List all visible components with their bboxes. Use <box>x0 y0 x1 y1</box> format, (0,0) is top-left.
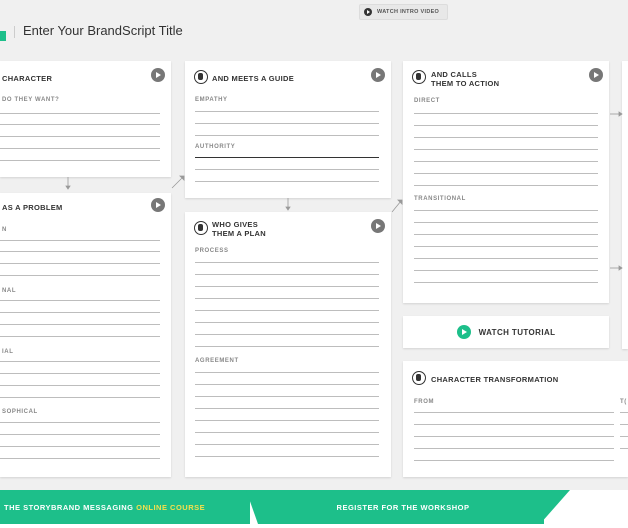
input-line[interactable] <box>0 361 160 362</box>
course-main: STORYBRAND MESSAGING <box>23 502 134 512</box>
section-label: AGREEMENT <box>195 358 239 364</box>
input-line[interactable] <box>414 448 614 449</box>
input-line[interactable] <box>195 334 379 335</box>
input-line[interactable] <box>414 460 614 461</box>
input-line[interactable] <box>195 310 379 311</box>
input-line[interactable] <box>0 385 160 386</box>
input-line[interactable] <box>195 420 379 421</box>
input-line[interactable] <box>0 422 160 423</box>
input-line[interactable] <box>195 322 379 323</box>
input-line[interactable] <box>0 434 160 435</box>
section-label: SOPHICAL <box>2 409 38 415</box>
input-line[interactable] <box>195 432 379 433</box>
transformation-card: CHARACTER TRANSFORMATION FROM T( <box>403 361 628 477</box>
input-line[interactable] <box>414 436 614 437</box>
watch-tutorial-label: WATCH TUTORIAL <box>478 327 556 337</box>
input-line[interactable] <box>195 396 379 397</box>
input-line[interactable] <box>0 397 160 398</box>
online-course-banner[interactable]: THE STORYBRAND MESSAGING ONLINE COURSE <box>0 490 250 524</box>
input-line[interactable] <box>195 444 379 445</box>
flow-connectors <box>65 111 623 271</box>
input-line[interactable] <box>0 312 160 313</box>
transformation-icon <box>412 371 426 385</box>
input-line[interactable] <box>414 424 614 425</box>
input-line[interactable] <box>195 372 379 373</box>
input-line[interactable] <box>0 373 160 374</box>
input-line[interactable] <box>620 424 628 425</box>
input-line[interactable] <box>0 458 160 459</box>
section-label: IAL <box>2 349 14 355</box>
register-workshop-banner[interactable]: REGISTER FOR THE WORKSHOP <box>262 490 544 524</box>
to-label: T( <box>620 399 627 405</box>
input-line[interactable] <box>195 346 379 347</box>
course-prefix: THE <box>4 502 21 512</box>
register-workshop-label: REGISTER FOR THE WORKSHOP <box>336 502 470 512</box>
input-line[interactable] <box>620 412 628 413</box>
card-title: CHARACTER TRANSFORMATION <box>431 375 559 384</box>
watch-tutorial-button[interactable]: WATCH TUTORIAL <box>403 316 609 348</box>
course-suffix: ONLINE COURSE <box>136 502 206 512</box>
input-line[interactable] <box>0 324 160 325</box>
input-line[interactable] <box>0 446 160 447</box>
input-line[interactable] <box>414 412 614 413</box>
play-icon <box>456 325 471 339</box>
input-line[interactable] <box>195 456 379 457</box>
from-label: FROM <box>414 399 435 405</box>
input-line[interactable] <box>0 300 160 301</box>
input-line[interactable] <box>620 448 628 449</box>
input-line[interactable] <box>0 336 160 337</box>
input-line[interactable] <box>195 408 379 409</box>
input-line[interactable] <box>195 384 379 385</box>
input-line[interactable] <box>620 436 628 437</box>
